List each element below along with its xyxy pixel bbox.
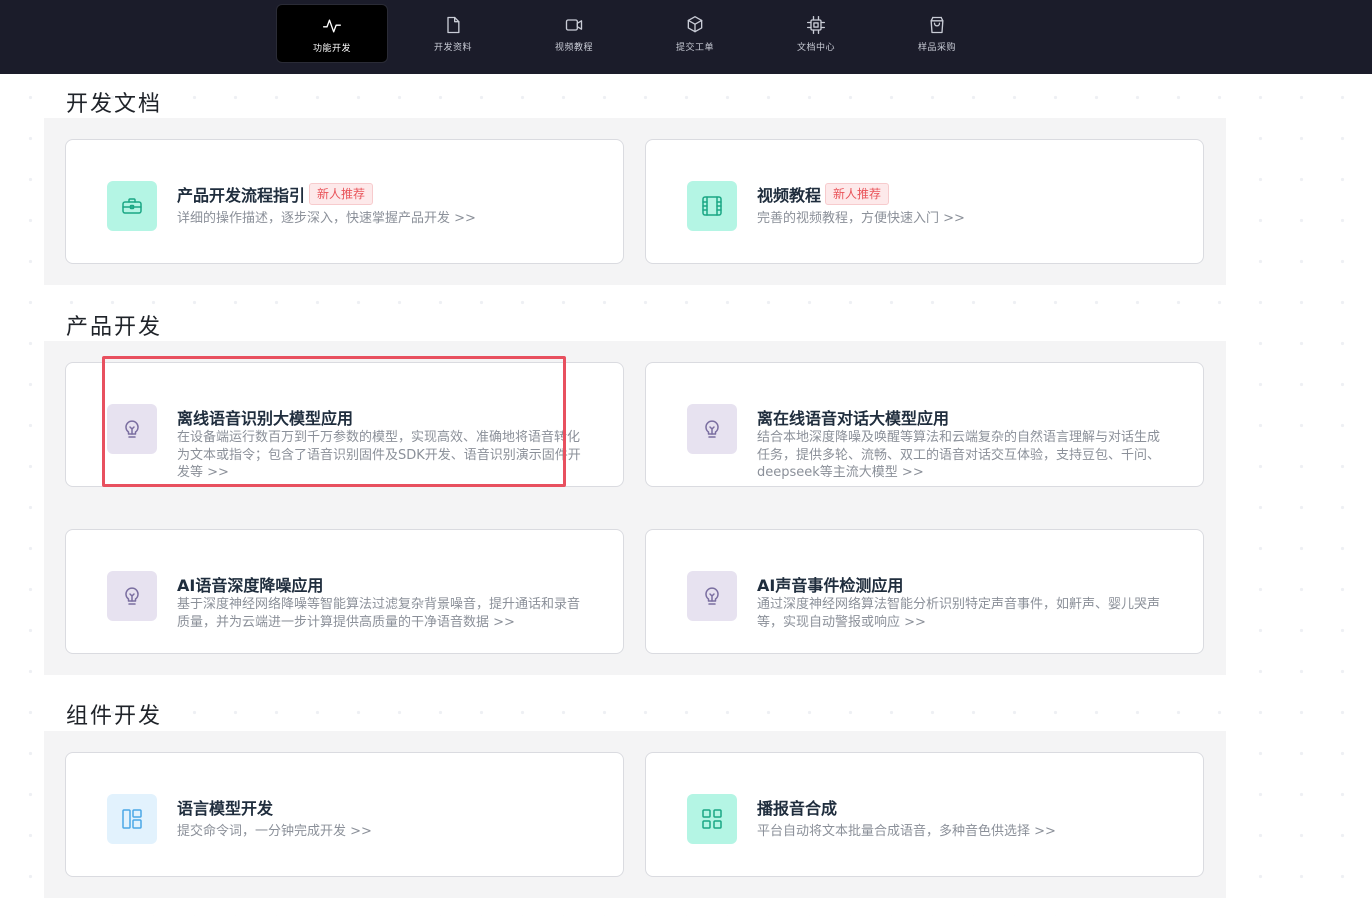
lightbulb-icon	[705, 587, 719, 605]
section-title-product-dev: 产品开发	[66, 315, 163, 340]
new-user-badge: 新人推荐	[825, 183, 890, 205]
nav-item-video-tutorials[interactable]: 视频教程	[518, 4, 630, 63]
card-product-dev-guide[interactable]: 产品开发流程指引 新人推荐 详细的操作描述，逐步深入，快速掌握产品开发 >>	[65, 139, 624, 264]
card-title: 语言模型开发	[177, 799, 274, 818]
card-icon-box	[687, 181, 737, 231]
card-description: 平台自动将文本批量合成语音，多种音色供选择 >>	[757, 824, 1056, 839]
card-title: 离线语音识别大模型应用	[177, 409, 354, 428]
card-icon-box	[687, 404, 737, 454]
nav-item-dev-materials[interactable]: 开发资料	[397, 4, 509, 63]
card-ai-sound-event-detection[interactable]: AI声音事件检测应用 通过深度神经网络算法智能分析识别特定声音事件，如鼾声、婴儿…	[645, 529, 1204, 654]
lightbulb-icon	[125, 420, 139, 438]
component-dev-panel: 语言模型开发 提交命令词，一分钟完成开发 >> 播报音合成 平台自动将文本批量合…	[44, 731, 1226, 898]
card-title: AI声音事件检测应用	[757, 576, 904, 595]
product-dev-panel: 离线语音识别大模型应用 在设备端运行数百万到千万参数的模型，实现高效、准确地将语…	[44, 341, 1226, 675]
card-title: 播报音合成	[757, 799, 838, 818]
nav-label: 样品采购	[917, 43, 956, 53]
nav-label: 开发资料	[433, 43, 472, 53]
top-nav-bar: 功能开发 开发资料 视频教程 提交工单 文档中心 样品采购	[0, 0, 1372, 74]
layout-icon	[122, 809, 142, 829]
card-offline-asr-llm[interactable]: 离线语音识别大模型应用 在设备端运行数百万到千万参数的模型，实现高效、准确地将语…	[65, 362, 624, 487]
card-description: 在设备端运行数百万到千万参数的模型，实现高效、准确地将语音转化为文本或指令；包含…	[177, 430, 581, 480]
nav-label: 文档中心	[796, 43, 835, 53]
card-icon-box	[687, 794, 737, 844]
card-title-row: 产品开发流程指引 新人推荐	[177, 182, 374, 206]
cpu-icon	[807, 16, 825, 34]
card-title-row: AI声音事件检测应用	[757, 572, 903, 596]
grid-icon	[702, 809, 722, 829]
card-title: AI语音深度降噪应用	[177, 576, 324, 595]
dev-docs-panel: 产品开发流程指引 新人推荐 详细的操作描述，逐步深入，快速掌握产品开发 >> 视…	[44, 118, 1226, 285]
card-title-row: 离在线语音对话大模型应用	[757, 405, 949, 429]
new-user-badge: 新人推荐	[309, 183, 374, 205]
card-icon-box	[107, 181, 157, 231]
card-description: 通过深度神经网络算法智能分析识别特定声音事件，如鼾声、婴儿哭声等，实现自动警报或…	[757, 597, 1161, 630]
card-language-model-dev[interactable]: 语言模型开发 提交命令词，一分钟完成开发 >>	[65, 752, 624, 877]
card-title-row: 离线语音识别大模型应用	[177, 405, 353, 429]
lightbulb-icon	[125, 587, 139, 605]
box-icon	[687, 16, 703, 33]
card-tts-synthesis[interactable]: 播报音合成 平台自动将文本批量合成语音，多种音色供选择 >>	[645, 752, 1204, 877]
file-icon	[447, 16, 460, 34]
nav-item-sample-purchase[interactable]: 样品采购	[881, 4, 993, 63]
card-description: 基于深度神经网络降噪等智能算法过滤复杂背景噪音，提升通话和录音质量，并为云端进一…	[177, 597, 581, 630]
section-title-component-dev: 组件开发	[66, 704, 163, 729]
card-icon-box	[687, 571, 737, 621]
card-description: 完善的视频教程，方便快速入门 >>	[757, 211, 965, 226]
film-icon	[702, 196, 722, 216]
card-title-row: 语言模型开发	[177, 795, 273, 819]
nav-item-feature-dev[interactable]: 功能开发	[276, 4, 388, 63]
card-title-row: 视频教程 新人推荐	[757, 182, 890, 206]
card-online-offline-dialog-llm[interactable]: 离在线语音对话大模型应用 结合本地深度降噪及唤醒等算法和云端复杂的自然语言理解与…	[645, 362, 1204, 487]
card-icon-box	[107, 571, 157, 621]
nav-label: 功能开发	[312, 44, 351, 54]
card-video-tutorials[interactable]: 视频教程 新人推荐 完善的视频教程，方便快速入门 >>	[645, 139, 1204, 264]
card-title-row: AI语音深度降噪应用	[177, 572, 323, 596]
toolbox-icon	[122, 198, 142, 214]
shopping-bag-icon	[930, 16, 944, 34]
card-title: 视频教程	[757, 186, 822, 205]
card-icon-box	[107, 404, 157, 454]
nav-item-submit-ticket[interactable]: 提交工单	[639, 4, 751, 63]
card-icon-box	[107, 794, 157, 844]
card-title: 离在线语音对话大模型应用	[757, 409, 950, 428]
card-description: 详细的操作描述，逐步深入，快速掌握产品开发 >>	[177, 211, 476, 226]
card-description: 结合本地深度降噪及唤醒等算法和云端复杂的自然语言理解与对话生成任务，提供多轮、流…	[757, 430, 1161, 480]
card-title: 产品开发流程指引	[177, 186, 306, 205]
card-ai-noise-reduction[interactable]: AI语音深度降噪应用 基于深度神经网络降噪等智能算法过滤复杂背景噪音，提升通话和…	[65, 529, 624, 654]
video-icon	[565, 19, 583, 31]
nav-label: 提交工单	[675, 43, 714, 53]
card-title-row: 播报音合成	[757, 795, 837, 819]
card-description: 提交命令词，一分钟完成开发 >>	[177, 824, 372, 839]
section-title-dev-docs: 开发文档	[66, 92, 163, 117]
activity-icon	[323, 19, 341, 33]
nav-item-doc-center[interactable]: 文档中心	[760, 4, 872, 63]
lightbulb-icon	[705, 420, 719, 438]
nav-label: 视频教程	[554, 43, 593, 53]
